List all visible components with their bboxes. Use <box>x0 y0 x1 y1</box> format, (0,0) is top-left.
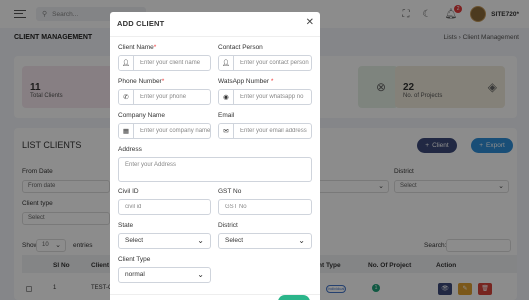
phone-input[interactable] <box>134 94 210 100</box>
gst-input[interactable] <box>219 204 311 210</box>
client-name-input[interactable] <box>134 60 210 66</box>
modal-title: ADD CLIENT <box>117 19 165 28</box>
state-label: State <box>118 222 134 229</box>
state-select[interactable]: Select ⌄ <box>118 233 211 249</box>
client-name-label: Client Name* <box>118 44 157 51</box>
gst-field[interactable] <box>218 199 312 215</box>
chevron-down-icon: ⌄ <box>298 236 305 245</box>
company-field[interactable]: ▦ <box>118 123 211 139</box>
email-field[interactable]: ✉ <box>218 123 312 139</box>
contact-person-input[interactable] <box>234 60 311 66</box>
district-label: District <box>218 222 238 229</box>
submit-button[interactable] <box>278 295 310 300</box>
gst-label: GST No <box>218 188 242 195</box>
address-label: Address <box>118 146 142 153</box>
civil-id-label: Civil ID <box>118 188 139 195</box>
company-label: Company Name <box>118 112 165 119</box>
whatsapp-field[interactable]: ◉ <box>218 89 312 105</box>
client-type-label: Client Type <box>118 256 151 263</box>
phone-icon: ✆ <box>119 90 134 104</box>
building-icon: ▦ <box>119 124 134 138</box>
envelope-icon: ✉ <box>219 124 235 138</box>
contact-person-field[interactable]: 👤︎ <box>218 55 312 71</box>
email-input[interactable] <box>234 128 311 134</box>
client-type-value: normal <box>125 271 145 278</box>
state-value: Select <box>125 237 144 244</box>
civil-id-input[interactable] <box>119 204 210 210</box>
user-icon: 👤︎ <box>119 56 134 70</box>
whatsapp-label: WatsApp Number * <box>218 78 274 85</box>
civil-id-field[interactable] <box>118 199 211 215</box>
close-icon[interactable]: ✕ <box>306 17 314 28</box>
client-name-field[interactable]: 👤︎ <box>118 55 211 71</box>
email-label: Email <box>218 112 235 119</box>
user-icon: 👤︎ <box>219 56 235 70</box>
address-field[interactable] <box>118 157 312 182</box>
address-textarea[interactable] <box>119 158 311 181</box>
chevron-down-icon: ⌄ <box>197 236 204 245</box>
contact-person-label: Contact Person <box>218 44 263 51</box>
chevron-down-icon: ⌄ <box>197 270 204 279</box>
phone-field[interactable]: ✆ <box>118 89 211 105</box>
add-client-modal: ADD CLIENT ✕ Client Name* 👤︎ Contact Per… <box>110 12 320 300</box>
whatsapp-icon: ◉ <box>219 90 235 104</box>
district-select[interactable]: Select ⌄ <box>218 233 312 249</box>
company-input[interactable] <box>134 128 210 134</box>
client-type-select[interactable]: normal ⌄ <box>118 267 211 283</box>
phone-label: Phone Number* <box>118 78 165 85</box>
modal-divider <box>110 36 320 37</box>
district-value: Select <box>225 237 244 244</box>
whatsapp-input[interactable] <box>234 94 311 100</box>
